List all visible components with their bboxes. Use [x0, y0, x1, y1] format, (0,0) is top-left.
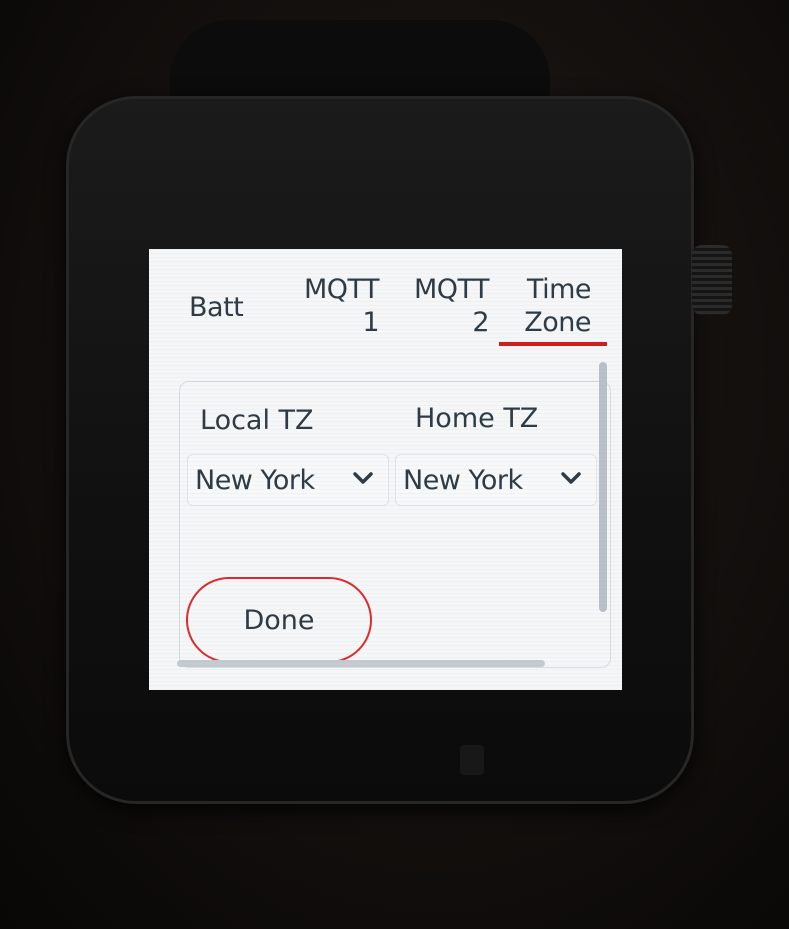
tab-time-zone-label-line1: Time: [526, 274, 592, 305]
local-tz-label: Local TZ: [200, 405, 314, 436]
tab-mqtt-1[interactable]: MQTT 1: [303, 273, 380, 339]
tab-mqtt-1-label-line1: MQTT: [303, 274, 380, 305]
tab-batt-label: Batt: [189, 292, 244, 323]
chevron-down-icon: [561, 472, 581, 484]
vertical-scrollbar[interactable]: [599, 362, 607, 612]
horizontal-scrollbar[interactable]: [177, 660, 545, 667]
tab-time-zone-label-line2: Zone: [524, 307, 591, 338]
active-tab-indicator: [499, 342, 607, 346]
done-button[interactable]: Done: [186, 577, 372, 663]
local-tz-value: New York: [195, 464, 315, 496]
done-button-label: Done: [243, 604, 315, 636]
tab-batt[interactable]: Batt: [189, 291, 244, 324]
home-tz-select[interactable]: New York: [395, 454, 597, 506]
home-tz-value: New York: [403, 464, 523, 496]
tab-mqtt-1-label-line2: 1: [362, 307, 379, 338]
tab-time-zone[interactable]: Time Zone: [524, 273, 591, 339]
watch-crown[interactable]: [692, 245, 732, 315]
home-tz-label: Home TZ: [415, 403, 539, 434]
tab-mqtt-2[interactable]: MQTT 2: [413, 273, 490, 339]
chevron-down-icon: [353, 472, 373, 484]
watch-screen: Batt MQTT 1 MQTT 2 Time Zone Local TZ Ho…: [149, 249, 622, 690]
tab-mqtt-2-label-line2: 2: [472, 307, 489, 338]
local-tz-select[interactable]: New York: [187, 454, 389, 506]
tab-mqtt-2-label-line1: MQTT: [413, 274, 490, 305]
home-key[interactable]: [460, 745, 484, 775]
